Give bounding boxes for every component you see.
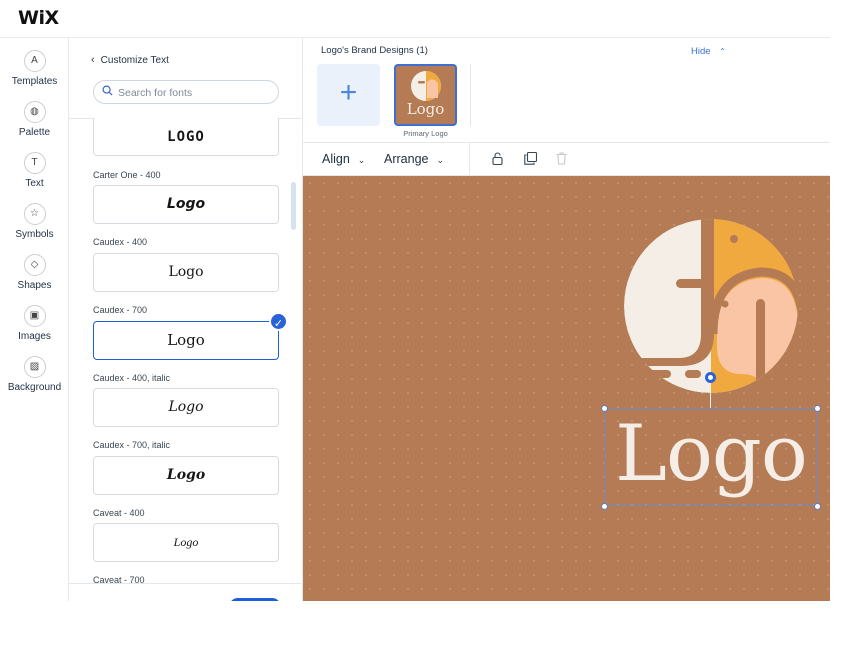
sidebar-item-label: Images (18, 331, 51, 342)
checkmark-icon: ✓ (269, 312, 288, 331)
sidebar-item-symbols[interactable]: ☆ Symbols (0, 203, 69, 240)
sidebar-item-label: Shapes (17, 280, 52, 291)
chevron-down-icon: ⌄ (436, 155, 445, 165)
font-option-label: Caudex - 700, italic (93, 440, 171, 450)
image-icon: ▣ (23, 305, 46, 327)
font-option-selected[interactable]: Logo ✓ (93, 312, 288, 360)
font-option[interactable]: Logo (93, 523, 279, 562)
resize-handle-top-right[interactable] (814, 405, 821, 412)
background-icon: ▨ (23, 356, 46, 378)
resize-handle-bottom-right[interactable] (814, 503, 821, 510)
sidebar-item-label: Text (25, 178, 44, 189)
sidebar-item-text[interactable]: T Text (0, 152, 69, 189)
sidebar-item-label: Templates (11, 76, 58, 87)
sidebar-item-label: Palette (18, 127, 51, 138)
palette-icon: ◍ (23, 101, 46, 123)
font-option[interactable]: Logo (93, 456, 279, 495)
divider (470, 64, 471, 126)
sidebar-item-label: Symbols (15, 229, 54, 240)
font-option[interactable]: Logo (93, 388, 279, 427)
brand-designs-strip: Logo's Brand Designs (1) Hide ⌃ + Logo P… (303, 38, 830, 143)
chevron-up-icon: ⌃ (719, 47, 726, 56)
font-option-label: Caudex - 700 (93, 305, 148, 315)
duplicate-icon[interactable] (524, 151, 538, 168)
align-label: Align (322, 152, 350, 166)
font-option[interactable]: LOGO (93, 118, 279, 156)
hide-label: Hide (691, 46, 711, 57)
add-design-button[interactable]: + (317, 64, 380, 126)
wix-logo[interactable]: WiX (18, 7, 59, 29)
panel-scrollbar[interactable] (291, 182, 296, 230)
primary-logo-caption: Primary Logo (403, 129, 448, 138)
sidebar-item-palette[interactable]: ◍ Palette (0, 101, 69, 138)
logo-thumbnail-text: Logo (406, 100, 445, 118)
resize-handle-bottom-left[interactable] (601, 503, 608, 510)
done-button[interactable] (229, 598, 281, 601)
chevron-down-icon: ⌄ (357, 155, 366, 165)
logo-symbol[interactable] (621, 216, 801, 396)
trash-icon[interactable] (556, 152, 567, 168)
star-icon: ☆ (23, 203, 46, 225)
font-option[interactable]: Logo (93, 253, 279, 292)
templates-icon: A (23, 50, 46, 72)
hide-button[interactable]: Hide ⌃ (691, 46, 726, 57)
selection-box[interactable] (604, 408, 817, 506)
back-button[interactable]: ‹ Customize Text (91, 54, 169, 66)
resize-handle-top-left[interactable] (601, 405, 608, 412)
font-option-label: Caudex - 400, italic (93, 373, 171, 383)
font-option-label: Caveat - 400 (93, 508, 145, 518)
shapes-icon: ◇ (23, 254, 46, 276)
brand-designs-title: Logo's Brand Designs (1) (321, 45, 428, 56)
chevron-left-icon: ‹ (91, 54, 95, 66)
customize-text-panel: ‹ Customize Text LOGO Carter One - 400 Lo… (69, 38, 303, 601)
font-option[interactable]: Logo (93, 185, 279, 224)
text-icon: T (23, 152, 46, 174)
font-preview: Logo (167, 331, 205, 349)
sidebar-item-images[interactable]: ▣ Images (0, 305, 69, 342)
primary-logo-thumbnail[interactable]: Logo (394, 64, 457, 126)
panel-title: Customize Text (100, 55, 169, 66)
font-option-label: Caudex - 400 (93, 237, 148, 247)
lock-icon[interactable] (492, 152, 503, 168)
search-input[interactable] (118, 84, 273, 101)
top-bar: WiX (0, 0, 830, 38)
sidebar-item-templates[interactable]: A Templates (0, 50, 69, 87)
divider (469, 143, 470, 176)
rotate-handle[interactable] (705, 372, 716, 383)
sidebar-item-shapes[interactable]: ◇ Shapes (0, 254, 69, 291)
arrange-label: Arrange (384, 152, 429, 166)
align-dropdown[interactable]: Align ⌄ (322, 152, 365, 166)
tool-sidebar: A Templates ◍ Palette T Text ☆ Symbols ◇… (0, 38, 69, 601)
divider (69, 583, 302, 584)
sidebar-item-background[interactable]: ▨ Background (0, 356, 69, 393)
sidebar-item-label: Background (7, 382, 62, 393)
canvas-toolbar: Align ⌄ Arrange ⌄ (303, 143, 830, 176)
font-option-label: Carter One - 400 (93, 170, 161, 180)
font-search[interactable] (93, 80, 279, 104)
arrange-dropdown[interactable]: Arrange ⌄ (384, 152, 444, 166)
design-canvas[interactable]: Logo (303, 176, 830, 601)
search-icon (102, 85, 113, 99)
